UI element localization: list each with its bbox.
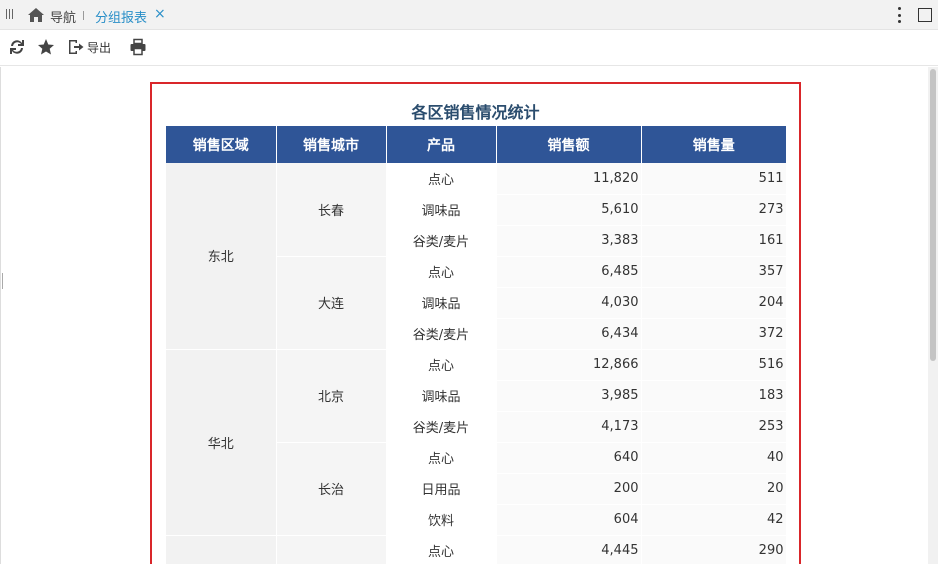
tab-divider: [83, 11, 84, 20]
quantity-cell: 183: [641, 380, 787, 412]
table-row: 华北 北京 点心 12,866 516: [166, 349, 787, 536]
report-frame: 各区销售情况统计 销售区域 销售城市 产品 销售额 销售量 东北 长春 点心 11,8…: [150, 82, 801, 564]
column-header-product: 产品: [386, 126, 497, 163]
home-icon[interactable]: [27, 7, 45, 23]
region-cell: 华北: [166, 349, 277, 536]
quantity-cell: 20: [641, 473, 787, 505]
quantity-cell: 204: [641, 287, 787, 319]
product-cell: 点心: [386, 163, 497, 195]
region-cell: [166, 535, 277, 564]
amount-cell: 640: [496, 442, 642, 474]
product-cell: 点心: [386, 442, 497, 474]
amount-cell: 6,485: [496, 256, 642, 288]
product-cell: 谷类/麦片: [386, 411, 497, 443]
quantity-cell: 253: [641, 411, 787, 443]
sales-table: 销售区域 销售城市 产品 销售额 销售量 东北 长春 点心 11,820 511 调味品 5…: [166, 126, 787, 564]
sidebar-toggle-icon[interactable]: [6, 9, 13, 19]
vertical-scrollbar[interactable]: [928, 67, 938, 564]
product-cell: 谷类/麦片: [386, 225, 497, 257]
close-icon[interactable]: ×: [154, 6, 166, 22]
product-cell: 谷类/麦片: [386, 318, 497, 350]
viewport-left-border: [0, 67, 1, 564]
star-icon[interactable]: [37, 38, 55, 56]
table-row: 点心 4,445 290: [166, 535, 787, 564]
more-vertical-icon[interactable]: [897, 7, 901, 23]
table-header-row: 销售区域 销售城市 产品 销售额 销售量: [166, 126, 786, 163]
amount-cell: 3,985: [496, 380, 642, 412]
quantity-cell: 511: [641, 163, 787, 195]
product-cell: 调味品: [386, 380, 497, 412]
maximize-icon[interactable]: [918, 8, 932, 22]
column-header-region: 销售区域: [166, 126, 277, 163]
city-cell: [276, 535, 387, 564]
city-cell: 长治: [276, 442, 387, 536]
export-icon[interactable]: [67, 38, 85, 56]
scrollbar-thumb[interactable]: [930, 69, 936, 361]
tab-navigation[interactable]: 导航: [50, 7, 76, 26]
city-cell: 北京: [276, 349, 387, 443]
amount-cell: 6,434: [496, 318, 642, 350]
city-cell: 大连: [276, 256, 387, 350]
product-cell: 调味品: [386, 194, 497, 226]
quantity-cell: 290: [641, 535, 787, 564]
report-toolbar: 导出: [0, 30, 938, 66]
quantity-cell: 40: [641, 442, 787, 474]
quantity-cell: 161: [641, 225, 787, 257]
quantity-cell: 42: [641, 504, 787, 536]
tab-bar: 导航 分组报表 ×: [0, 0, 938, 30]
quantity-cell: 372: [641, 318, 787, 350]
table-body: 东北 长春 点心 11,820 511 调味品 5,610 273 谷类/麦片 3,383 161 大…: [166, 163, 787, 564]
amount-cell: 11,820: [496, 163, 642, 195]
amount-cell: 5,610: [496, 194, 642, 226]
amount-cell: 604: [496, 504, 642, 536]
product-cell: 调味品: [386, 287, 497, 319]
quantity-cell: 273: [641, 194, 787, 226]
print-icon[interactable]: [129, 38, 147, 56]
report-title: 各区销售情况统计: [411, 103, 540, 122]
quantity-cell: 516: [641, 349, 787, 381]
product-cell: 日用品: [386, 473, 497, 505]
column-header-amount: 销售额: [496, 126, 642, 163]
column-header-quantity: 销售量: [641, 126, 786, 163]
export-button[interactable]: 导出: [87, 39, 111, 56]
table-row: 东北 长春 点心 11,820 511: [166, 163, 787, 350]
amount-cell: 200: [496, 473, 642, 505]
tab-grouped-report[interactable]: 分组报表: [95, 7, 147, 26]
column-header-city: 销售城市: [276, 126, 387, 163]
refresh-icon[interactable]: [8, 38, 26, 56]
panel-resize-handle[interactable]: [2, 273, 3, 289]
amount-cell: 3,383: [496, 225, 642, 257]
product-cell: 饮料: [386, 504, 497, 536]
amount-cell: 4,030: [496, 287, 642, 319]
product-cell: 点心: [386, 256, 497, 288]
quantity-cell: 357: [641, 256, 787, 288]
region-cell: 东北: [166, 163, 277, 350]
product-cell: 点心: [386, 349, 497, 381]
amount-cell: 4,173: [496, 411, 642, 443]
amount-cell: 4,445: [496, 535, 642, 564]
amount-cell: 12,866: [496, 349, 642, 381]
city-cell: 长春: [276, 163, 387, 257]
product-cell: 点心: [386, 535, 497, 564]
